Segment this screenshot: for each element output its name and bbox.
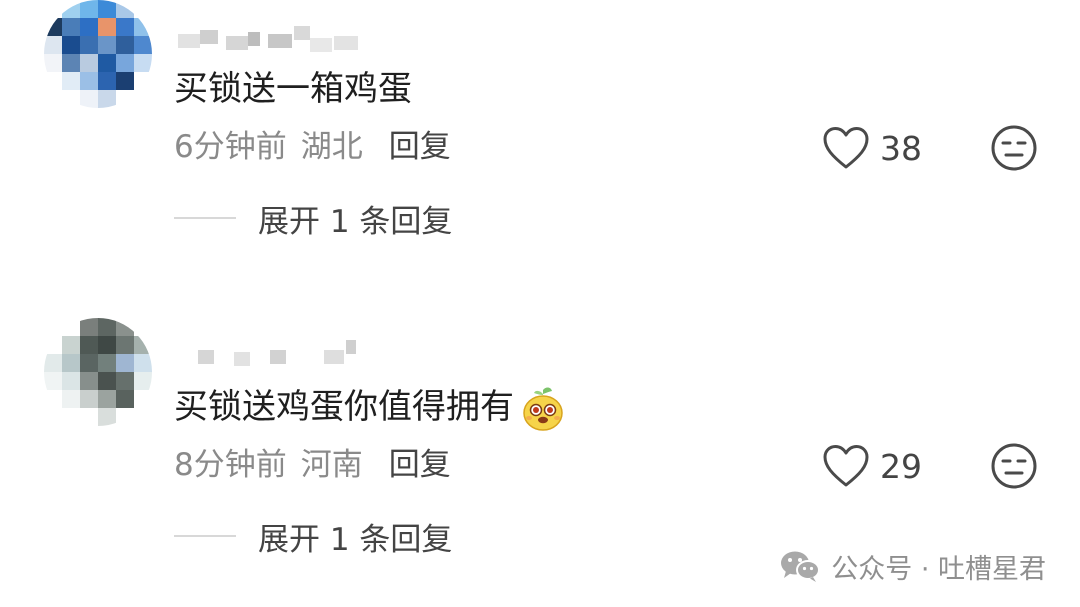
comment-meta: 6分钟前 湖北 回复	[174, 126, 451, 168]
username-censored[interactable]	[178, 22, 378, 58]
watermark: 公众号 · 吐槽星君	[779, 546, 1046, 586]
comment-time: 8分钟前	[174, 447, 287, 483]
comment-text-content: 买锁送一箱鸡蛋	[174, 69, 412, 109]
reply-button[interactable]: 回复	[389, 129, 451, 165]
comment-location: 湖北	[300, 129, 363, 165]
comment-location: 河南	[300, 447, 363, 483]
cute-face-emoji	[523, 386, 563, 431]
dislike-button[interactable]	[990, 442, 1038, 490]
neutral-face-icon	[991, 125, 1037, 171]
comment-meta: 8分钟前 河南 回复	[174, 444, 451, 486]
expand-replies-button[interactable]: 展开 1 条回复	[174, 514, 452, 558]
like-count: 38	[880, 128, 922, 168]
expand-replies-label: 展开 1 条回复	[258, 521, 453, 558]
wechat-icon	[781, 551, 821, 582]
comment-text: 买锁送鸡蛋你值得拥有	[174, 384, 566, 432]
reply-button[interactable]: 回复	[389, 447, 451, 483]
comment-text-content: 买锁送鸡蛋你值得拥有	[174, 387, 514, 427]
comment-text: 买锁送一箱鸡蛋	[174, 66, 412, 112]
expand-divider	[174, 535, 236, 537]
expand-divider	[174, 217, 236, 219]
expand-replies-label: 展开 1 条回复	[258, 203, 453, 240]
heart-outline-icon	[823, 127, 869, 169]
like-button[interactable]: 38	[822, 124, 922, 172]
comment-time: 6分钟前	[174, 129, 287, 165]
avatar[interactable]	[44, 0, 152, 108]
expand-replies-button[interactable]: 展开 1 条回复	[174, 196, 452, 240]
like-count: 29	[880, 446, 922, 486]
neutral-face-icon	[991, 443, 1037, 489]
watermark-text: 公众号 · 吐槽星君	[831, 553, 1046, 585]
avatar[interactable]	[44, 318, 152, 426]
username-censored[interactable]	[178, 340, 378, 376]
heart-outline-icon	[823, 445, 869, 487]
like-button[interactable]: 29	[822, 442, 922, 490]
dislike-button[interactable]	[990, 124, 1038, 172]
